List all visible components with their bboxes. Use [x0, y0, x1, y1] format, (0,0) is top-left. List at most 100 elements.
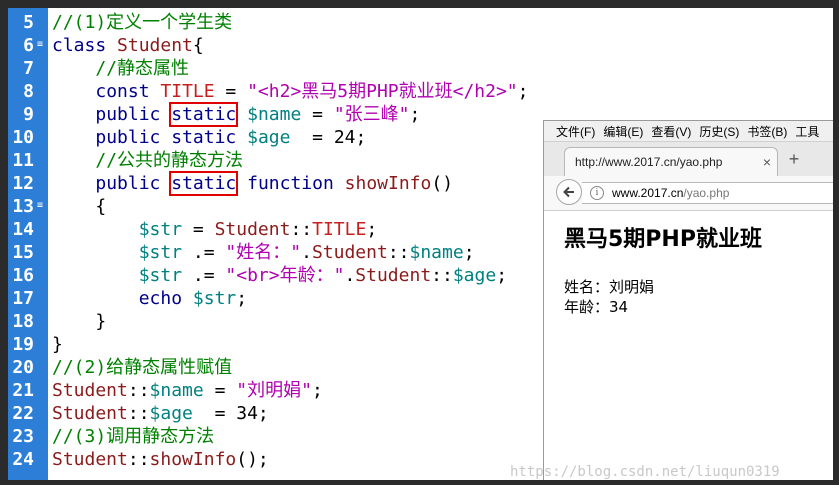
menu-view[interactable]: 查看(V) — [651, 123, 691, 140]
code-token: = — [301, 104, 334, 125]
code-token: } — [52, 311, 107, 332]
menu-file[interactable]: 文件(F) — [556, 123, 595, 140]
code-token: . — [344, 265, 356, 286]
code-token: ; — [409, 104, 421, 125]
age-output: 年龄：34 — [564, 298, 629, 316]
code-token: Student — [52, 403, 128, 424]
line-number: 5 — [23, 12, 34, 33]
code-token: $str — [138, 265, 183, 286]
code-token: $age — [149, 403, 193, 424]
menu-edit[interactable]: 编辑(E) — [603, 123, 643, 140]
fold-marker-icon[interactable]: ≡ — [37, 40, 45, 50]
tab-strip: http://www.2017.cn/yao.php × + — [544, 141, 833, 176]
code-token: Student — [311, 242, 388, 263]
code-token: TITLE — [312, 219, 367, 240]
code-line: } — [52, 310, 106, 333]
code-line: Student::$age = 34; — [52, 402, 269, 425]
back-button[interactable] — [556, 179, 582, 205]
name-output: 姓名：刘明娟 — [564, 278, 655, 296]
menu-history[interactable]: 历史(S) — [699, 123, 739, 140]
code-token: public — [95, 173, 161, 194]
code-token: class — [52, 35, 107, 56]
code-token: } — [52, 334, 63, 355]
code-line: } — [52, 333, 63, 356]
info-icon[interactable]: i — [590, 186, 604, 200]
menu-tools[interactable]: 工具 — [795, 123, 819, 140]
line-number: 15 — [12, 242, 34, 263]
code-token: :: — [387, 242, 410, 263]
code-token: $age — [247, 127, 291, 148]
close-icon[interactable]: × — [757, 154, 777, 170]
line-number: 19 — [12, 334, 34, 355]
code-token: = 34; — [192, 403, 269, 424]
code-token: () — [431, 173, 454, 194]
highlighted-token: static — [169, 171, 239, 196]
code-token: "张三峰" — [333, 104, 410, 125]
code-line: Student::$name = "刘明娟"; — [52, 379, 323, 402]
code-token: //(3)调用静态方法 — [52, 426, 215, 447]
url-host: www.2017.cn — [612, 186, 684, 200]
code-token: $name — [247, 104, 302, 125]
line-number: 16 — [12, 265, 34, 286]
code-token: ; — [366, 219, 378, 240]
code-token: "<h2>黑马5期PHP就业班</h2>" — [247, 81, 518, 102]
highlighted-token: static — [169, 102, 239, 127]
code-token: = — [182, 219, 215, 240]
code-token: $str — [138, 242, 183, 263]
screenshot-frame: 5 6 ≡ 7 8 9 10 11 12 13 ≡ 14 15 16 17 18 19 20 21 22 23 24 //… — [8, 8, 833, 480]
line-number: 12 — [12, 173, 34, 194]
navigation-bar: i www.2017.cn/yao.php — [544, 176, 833, 211]
arrow-left-icon — [563, 186, 574, 198]
code-line: public static $age = 24; — [52, 126, 366, 149]
code-token: //(1)定义一个学生类 — [52, 12, 233, 33]
menu-bookmarks[interactable]: 书签(B) — [747, 123, 787, 140]
fold-marker-icon[interactable]: ≡ — [37, 201, 45, 211]
line-number: 24 — [12, 449, 34, 470]
code-token: $name — [149, 380, 204, 401]
line-number: 13 — [12, 196, 34, 217]
line-number: 17 — [12, 288, 34, 309]
line-number: 21 — [12, 380, 34, 401]
page-content: 黑马5期PHP就业班 姓名：刘明娟 年龄：34 — [544, 211, 833, 317]
code-token: = — [203, 380, 237, 401]
code-token: .= — [182, 265, 226, 286]
browser-tab[interactable]: http://www.2017.cn/yao.php × — [564, 147, 778, 176]
new-tab-button[interactable]: + — [784, 149, 804, 169]
code-token: showInfo — [344, 173, 432, 194]
code-token: { — [52, 196, 107, 217]
code-token: //(2)给静态属性赋值 — [52, 357, 233, 378]
code-token: ; — [236, 288, 248, 309]
code-token: . — [301, 242, 312, 263]
code-line: $str .= "<br>年龄：".Student::$age; — [52, 264, 507, 287]
code-token: Student — [52, 380, 128, 401]
code-token: //静态属性 — [95, 58, 190, 79]
code-token: public — [95, 104, 161, 125]
line-number: 10 — [12, 127, 34, 148]
tab-title: http://www.2017.cn/yao.php — [575, 155, 723, 169]
code-token: ; — [463, 242, 475, 263]
code-token: showInfo — [149, 449, 237, 470]
code-token: :: — [431, 265, 453, 286]
url-bar[interactable]: i www.2017.cn/yao.php — [582, 182, 833, 204]
browser-menubar: 文件(F) 编辑(E) 查看(V) 历史(S) 书签(B) 工具 — [544, 121, 833, 141]
code-token: function — [247, 173, 334, 194]
line-number: 18 — [12, 311, 34, 332]
code-token: //公共的静态方法 — [95, 150, 244, 171]
line-number: 6 — [23, 35, 34, 56]
